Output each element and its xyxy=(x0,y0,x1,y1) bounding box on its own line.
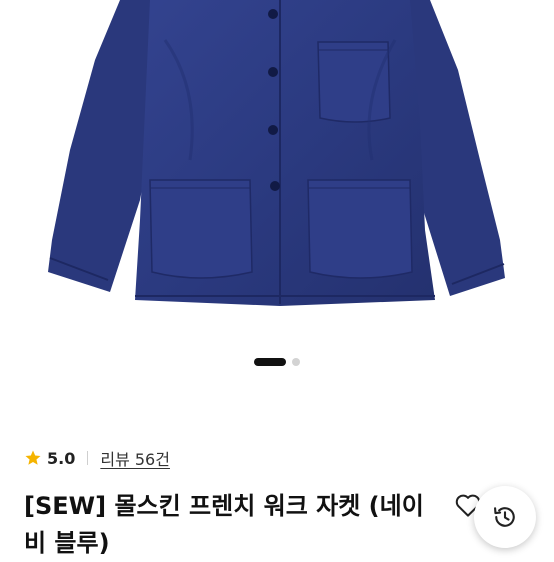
product-image[interactable] xyxy=(0,0,554,340)
history-icon xyxy=(494,507,515,527)
recently-viewed-button[interactable] xyxy=(474,486,536,548)
rating-score: 5.0 xyxy=(47,448,76,468)
carousel-indicator xyxy=(0,357,554,367)
carousel-dot-active[interactable] xyxy=(254,358,286,366)
product-title: [SEW] 몰스킨 프렌치 워크 자켓 (네이비 블루) xyxy=(24,492,424,557)
rating-row: 5.0 리뷰 56건 xyxy=(24,446,170,470)
star-icon xyxy=(25,450,41,465)
divider xyxy=(87,451,89,465)
review-count-link[interactable]: 리뷰 56건 xyxy=(100,446,170,470)
jacket-illustration xyxy=(48,0,505,306)
carousel-dot[interactable] xyxy=(292,358,300,366)
